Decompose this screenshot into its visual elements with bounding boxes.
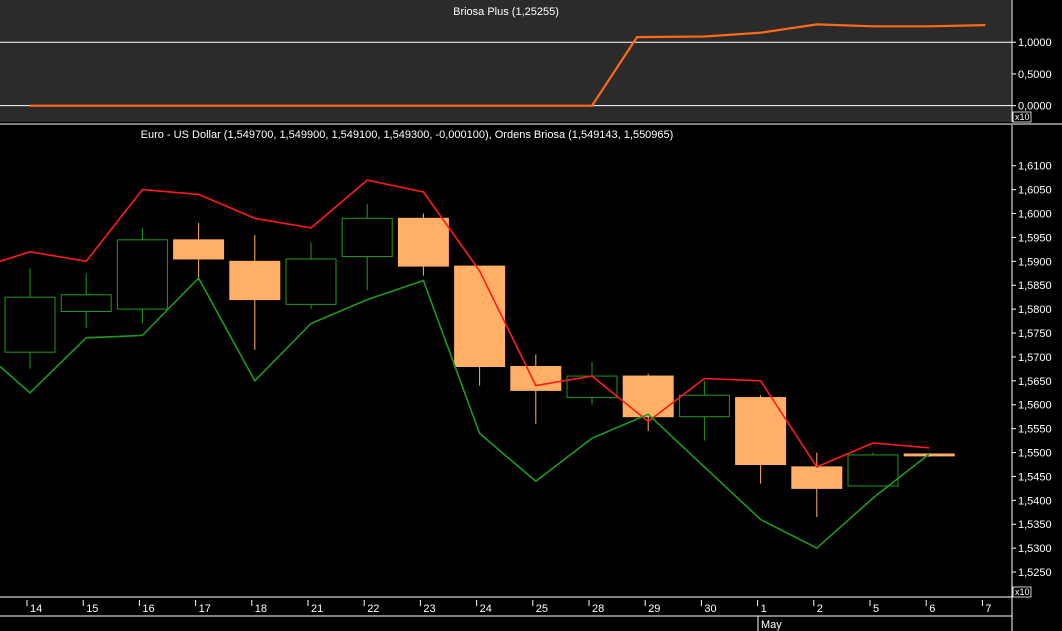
candle-body-up — [678, 394, 730, 418]
price-tick-label: 1,5800 — [1018, 304, 1052, 316]
indicator-tick-label: 0,5000 — [1018, 69, 1052, 81]
x-tick-label: 25 — [536, 603, 548, 615]
candle-body-up — [285, 258, 337, 305]
price-tick-label: 1,6050 — [1018, 185, 1052, 197]
indicator-title: Briosa Plus (1,25255) — [453, 6, 559, 18]
indicator-y-axis: 1,0000 0,5000 0,0000 — [1012, 37, 1052, 113]
month-label: May — [761, 619, 782, 631]
price-tick-label: 1,5300 — [1018, 543, 1052, 555]
x-tick-label: 18 — [255, 603, 267, 615]
x-tick-label: 2 — [817, 603, 823, 615]
x-tick-label: 21 — [311, 603, 323, 615]
price-tick-label: 1,5350 — [1018, 519, 1052, 531]
x-tick-label: 29 — [648, 603, 660, 615]
candle-body-down — [454, 265, 506, 367]
x-tick-label: 23 — [423, 603, 435, 615]
candle-body-up — [60, 294, 112, 313]
candle-body-down — [622, 375, 674, 418]
price-tick-label: 1,6100 — [1018, 161, 1052, 173]
chart-canvas: Briosa Plus (1,25255) 1,0000 0,5000 0,0000… — [0, 0, 1062, 631]
x-tick-label: 16 — [142, 603, 154, 615]
x-tick-label: 30 — [704, 603, 716, 615]
price-tick-label: 1,5250 — [1018, 567, 1052, 579]
candle-body-up — [847, 454, 899, 487]
x-tick-label: 14 — [30, 603, 42, 615]
candle-body-up — [116, 239, 168, 310]
price-tick-label: 1,5550 — [1018, 424, 1052, 436]
indicator-scale-badge: x10 — [1015, 112, 1030, 122]
candle-body-down — [791, 466, 843, 489]
price-title: Euro - US Dollar (1,549700, 1,549900, 1,… — [141, 129, 674, 141]
x-tick-label: 15 — [86, 603, 98, 615]
x-tick-label: 24 — [480, 603, 492, 615]
price-y-axis: 1,6100 1,6050 1,6000 1,5950 1,5900 1,5850 1,58… — [1012, 161, 1052, 579]
candle-bodies — [4, 217, 955, 489]
price-tick-label: 1,6000 — [1018, 209, 1052, 221]
candle-body-up — [341, 217, 393, 258]
indicator-panel-bg — [0, 0, 1011, 122]
price-tick-label: 1,5450 — [1018, 471, 1052, 483]
price-tick-label: 1,5400 — [1018, 495, 1052, 507]
candle-body-down — [229, 260, 281, 301]
indicator-tick-label: 0,0000 — [1018, 101, 1052, 113]
candle-body-up — [4, 296, 56, 353]
price-tick-label: 1,5950 — [1018, 232, 1052, 244]
candle-body-down — [510, 366, 562, 391]
x-axis: 14 15 16 17 18 21 22 23 24 25 28 29 30 1 2 5 6 7 — [26, 600, 992, 615]
candle-body-down — [397, 217, 449, 267]
price-scale-badge: x10 — [1015, 587, 1030, 597]
x-tick-label: 1 — [761, 603, 767, 615]
price-tick-label: 1,5700 — [1018, 352, 1052, 364]
x-tick-label: 5 — [873, 603, 879, 615]
x-tick-label: 7 — [985, 603, 991, 615]
price-tick-label: 1,5600 — [1018, 400, 1052, 412]
x-tick-label: 28 — [592, 603, 604, 615]
price-tick-label: 1,5900 — [1018, 256, 1052, 268]
x-tick-label: 22 — [367, 603, 379, 615]
price-tick-label: 1,5500 — [1018, 448, 1052, 460]
candle-body-down — [173, 239, 225, 260]
price-tick-label: 1,5750 — [1018, 328, 1052, 340]
x-tick-label: 17 — [199, 603, 211, 615]
price-tick-label: 1,5650 — [1018, 376, 1052, 388]
x-tick-label: 6 — [929, 603, 935, 615]
indicator-tick-label: 1,0000 — [1018, 37, 1052, 49]
price-tick-label: 1,5850 — [1018, 280, 1052, 292]
